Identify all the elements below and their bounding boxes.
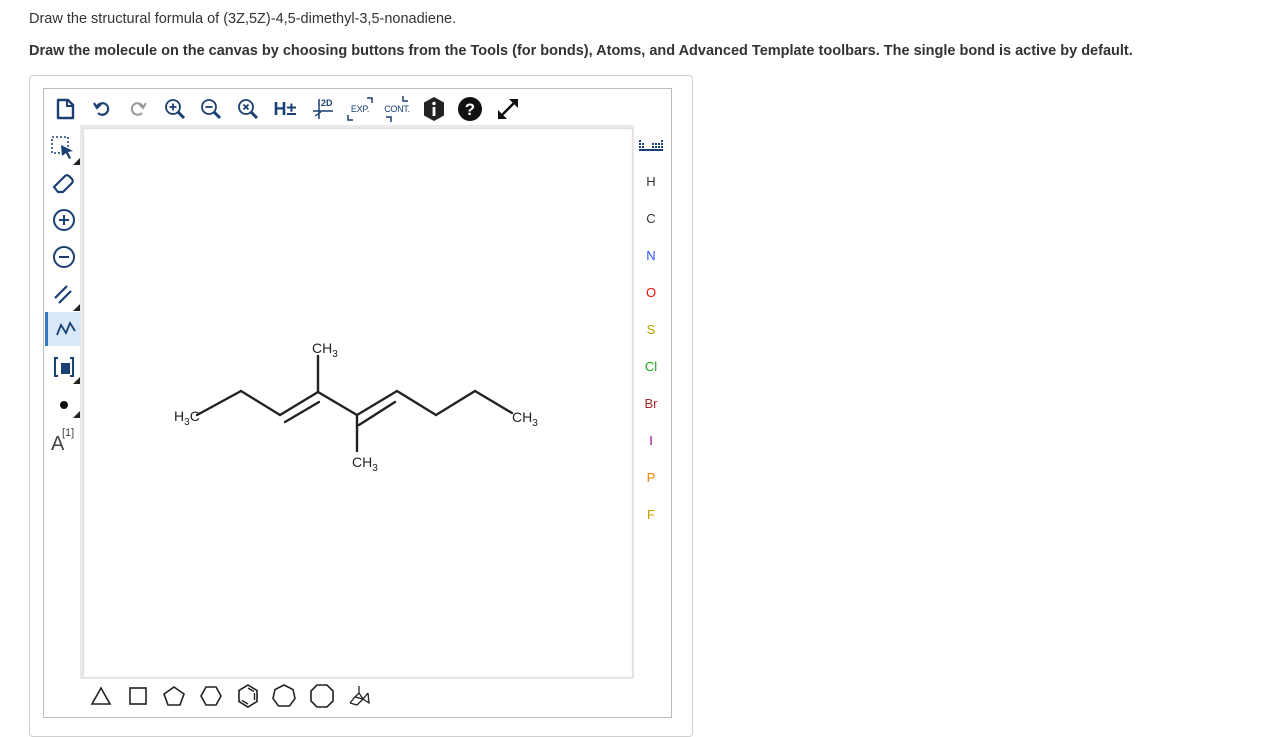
octagon-template-icon[interactable] bbox=[308, 682, 336, 710]
atom-symbol: O bbox=[645, 284, 657, 300]
bond-type-icon[interactable] bbox=[47, 277, 81, 311]
label-ch3-bottom: CH3 bbox=[352, 454, 378, 474]
undo-icon[interactable] bbox=[88, 95, 116, 123]
benzene-template-icon[interactable] bbox=[234, 682, 262, 710]
bond-c2-c3 bbox=[239, 389, 282, 417]
atom-button-o[interactable]: O bbox=[638, 279, 664, 305]
atom-symbol: N bbox=[646, 247, 656, 263]
bond-c7-c8 bbox=[434, 389, 477, 417]
new-document-icon[interactable] bbox=[51, 95, 79, 123]
atom-button-c[interactable]: C bbox=[638, 205, 664, 231]
info-icon[interactable] bbox=[420, 95, 448, 123]
fullscreen-icon[interactable] bbox=[494, 95, 522, 123]
redo-icon[interactable] bbox=[124, 95, 152, 123]
question-instructions: Draw the molecule on the canvas by choos… bbox=[29, 43, 1133, 59]
bond-c8-c9 bbox=[473, 389, 514, 415]
atom-button-p[interactable]: P bbox=[638, 464, 664, 490]
zoom-reset-icon[interactable] bbox=[234, 95, 262, 123]
atom-symbol: H bbox=[646, 173, 656, 189]
eraser-icon[interactable] bbox=[47, 166, 81, 200]
clean-2d-icon[interactable]: 2D bbox=[309, 95, 337, 123]
hydrogen-toggle-icon[interactable]: H± bbox=[270, 95, 300, 123]
contract-icon[interactable]: CONT. bbox=[381, 95, 413, 123]
square-template-icon[interactable] bbox=[124, 682, 152, 710]
clean-2d-label: 2D bbox=[321, 98, 333, 108]
pentagon-template-icon[interactable] bbox=[160, 682, 188, 710]
atom-symbol: Cl bbox=[644, 358, 658, 374]
drawing-canvas[interactable]: H3C CH3 CH3 CH3 bbox=[83, 128, 633, 678]
atom-button-s[interactable]: S bbox=[638, 316, 664, 342]
label-h3c-left: H3C bbox=[174, 408, 200, 428]
triangle-template-icon[interactable] bbox=[87, 682, 115, 710]
svg-text:?: ? bbox=[465, 100, 475, 119]
chair-template-icon[interactable] bbox=[345, 682, 373, 710]
bond-c5-c6-double bbox=[357, 400, 397, 427]
molecule-drawing: H3C CH3 CH3 CH3 bbox=[174, 340, 538, 474]
help-icon[interactable]: ? bbox=[456, 95, 484, 123]
atom-symbol: P bbox=[646, 469, 656, 485]
bond-c4-c5 bbox=[316, 390, 359, 417]
atom-button-h[interactable]: H bbox=[638, 168, 664, 194]
heptagon-template-icon[interactable] bbox=[270, 682, 298, 710]
bond-c6-c7 bbox=[395, 389, 438, 417]
hydrogen-toggle-label: H± bbox=[273, 98, 297, 119]
negative-charge-icon[interactable] bbox=[47, 240, 81, 274]
bond-c3-c4-double bbox=[283, 400, 321, 424]
atom-button-cl[interactable]: Cl bbox=[638, 353, 664, 379]
atom-button-br[interactable]: Br bbox=[638, 390, 664, 416]
expand-icon[interactable]: EXP. bbox=[345, 95, 375, 123]
atom-symbol: C bbox=[646, 210, 656, 226]
periodic-table-icon[interactable] bbox=[638, 133, 664, 159]
atom-symbol: S bbox=[646, 321, 656, 337]
hexagon-template-icon[interactable] bbox=[197, 682, 225, 710]
atom-button-n[interactable]: N bbox=[638, 242, 664, 268]
zoom-in-icon[interactable] bbox=[161, 95, 189, 123]
atom-map-icon[interactable]: A [1] bbox=[47, 424, 81, 458]
bond-c1-c2 bbox=[195, 389, 243, 417]
zoom-out-icon[interactable] bbox=[197, 95, 225, 123]
bond-c5-c6 bbox=[355, 389, 399, 417]
atom-button-i[interactable]: I bbox=[638, 427, 664, 453]
atom-map-sup: [1] bbox=[62, 427, 75, 439]
label-ch3-top: CH3 bbox=[312, 340, 338, 360]
bracket-tool-icon[interactable] bbox=[47, 350, 81, 384]
positive-charge-icon[interactable] bbox=[47, 203, 81, 237]
atom-symbol: Br bbox=[644, 395, 658, 411]
atom-symbol: I bbox=[649, 432, 653, 448]
bond-c3-c4 bbox=[278, 390, 320, 417]
atom-button-f[interactable]: F bbox=[638, 501, 664, 527]
label-ch3-right: CH3 bbox=[512, 409, 538, 429]
question-prompt: Draw the structural formula of (3Z,5Z)-4… bbox=[29, 11, 457, 27]
selection-tool-icon[interactable] bbox=[47, 131, 81, 165]
chain-tool-icon[interactable] bbox=[45, 312, 83, 346]
atom-symbol: F bbox=[647, 506, 655, 522]
lone-pair-icon[interactable] bbox=[47, 388, 81, 422]
